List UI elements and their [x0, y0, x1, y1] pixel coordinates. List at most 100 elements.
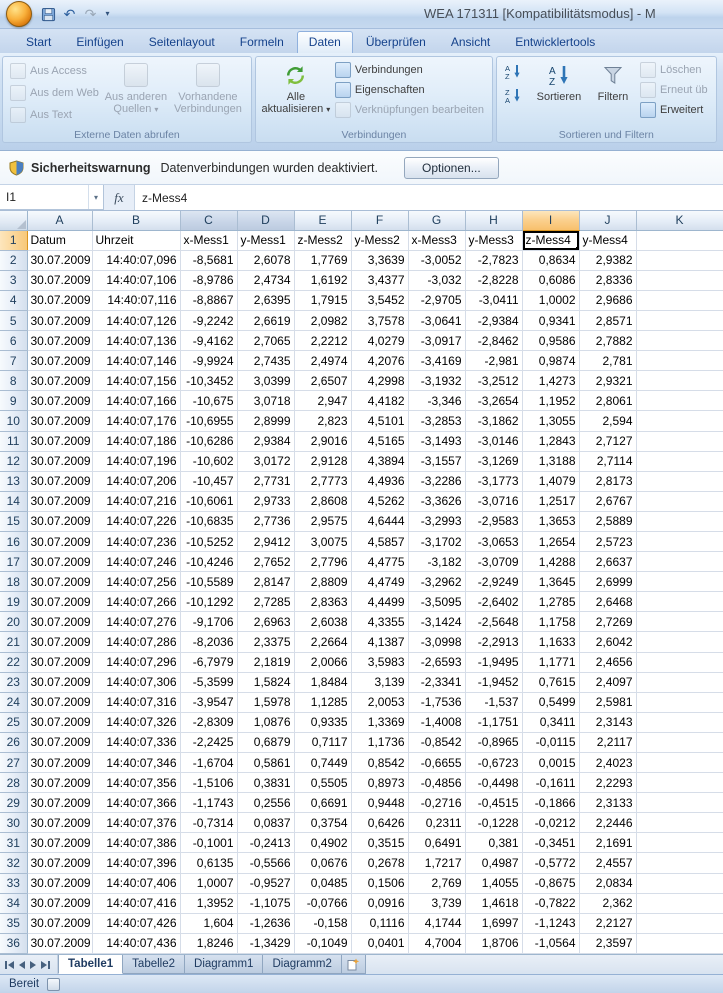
cell-H21[interactable]: -2,2913 — [465, 631, 523, 653]
cell-F16[interactable]: 4,5857 — [351, 531, 409, 553]
cell-F10[interactable]: 4,5101 — [351, 410, 409, 432]
cell-J28[interactable]: 2,2293 — [579, 772, 637, 794]
cell-J1[interactable]: y-Mess4 — [579, 230, 637, 251]
cell-C4[interactable]: -8,8867 — [180, 290, 238, 311]
cell-F7[interactable]: 4,2076 — [351, 350, 409, 372]
cell-K16[interactable] — [636, 531, 723, 553]
optionen-button[interactable]: Optionen... — [403, 156, 499, 179]
row-header-4[interactable]: 4 — [0, 290, 28, 311]
cell-F32[interactable]: 0,2678 — [351, 852, 409, 874]
cell-J14[interactable]: 2,6767 — [579, 491, 637, 512]
cell-D14[interactable]: 2,9733 — [237, 491, 295, 512]
cell-C16[interactable]: -10,5252 — [180, 531, 238, 553]
cell-J5[interactable]: 2,8571 — [579, 310, 637, 332]
cell-I30[interactable]: -0,0212 — [522, 812, 580, 834]
cell-B2[interactable]: 14:40:07,096 — [92, 250, 181, 271]
cell-D16[interactable]: 2,9412 — [237, 531, 295, 553]
cell-G18[interactable]: -3,2962 — [408, 571, 466, 593]
cell-K2[interactable] — [636, 250, 723, 271]
cell-H5[interactable]: -2,9384 — [465, 310, 523, 332]
cell-F27[interactable]: 0,8542 — [351, 752, 409, 774]
cell-F29[interactable]: 0,9448 — [351, 792, 409, 814]
cell-J2[interactable]: 2,9382 — [579, 250, 637, 271]
cell-K13[interactable] — [636, 471, 723, 492]
cell-J26[interactable]: 2,2117 — [579, 732, 637, 754]
cell-I7[interactable]: 0,9874 — [522, 350, 580, 372]
cell-D29[interactable]: 0,2556 — [237, 792, 295, 814]
cell-G30[interactable]: 0,2311 — [408, 812, 466, 834]
cell-B9[interactable]: 14:40:07,166 — [92, 390, 181, 412]
cell-H20[interactable]: -2,5648 — [465, 611, 523, 633]
row-header-28[interactable]: 28 — [0, 772, 28, 794]
undo-button[interactable]: ↶ — [60, 5, 79, 24]
row-header-27[interactable]: 27 — [0, 752, 28, 774]
row-header-9[interactable]: 9 — [0, 390, 28, 412]
row-header-15[interactable]: 15 — [0, 511, 28, 532]
cell-D9[interactable]: 3,0718 — [237, 390, 295, 412]
row-header-33[interactable]: 33 — [0, 873, 28, 894]
cell-G31[interactable]: 0,6491 — [408, 832, 466, 854]
cell-B5[interactable]: 14:40:07,126 — [92, 310, 181, 332]
cell-J23[interactable]: 2,4097 — [579, 672, 637, 693]
cell-F14[interactable]: 4,5262 — [351, 491, 409, 512]
cell-H3[interactable]: -2,8228 — [465, 270, 523, 291]
cell-B31[interactable]: 14:40:07,386 — [92, 832, 181, 854]
cell-K25[interactable] — [636, 712, 723, 733]
cell-G32[interactable]: 1,7217 — [408, 852, 466, 874]
column-header-C[interactable]: C — [180, 211, 238, 231]
row-header-13[interactable]: 13 — [0, 471, 28, 492]
cell-K29[interactable] — [636, 792, 723, 814]
insert-function-button[interactable]: fx — [104, 185, 135, 210]
cell-K30[interactable] — [636, 812, 723, 834]
sort-za-button[interactable]: Z A — [501, 84, 527, 106]
cell-K20[interactable] — [636, 611, 723, 633]
row-header-19[interactable]: 19 — [0, 591, 28, 613]
cell-K27[interactable] — [636, 752, 723, 774]
cell-C5[interactable]: -9,2242 — [180, 310, 238, 332]
sheet-tab-diagramm1[interactable]: Diagramm1 — [184, 955, 264, 974]
cell-A34[interactable]: 30.07.2009 — [27, 893, 93, 914]
cell-I4[interactable]: 1,0002 — [522, 290, 580, 311]
cell-A19[interactable]: 30.07.2009 — [27, 591, 93, 613]
tab-seitenlayout[interactable]: Seitenlayout — [137, 31, 227, 53]
cell-K15[interactable] — [636, 511, 723, 532]
cell-D32[interactable]: -0,5566 — [237, 852, 295, 874]
cell-F20[interactable]: 4,3355 — [351, 611, 409, 633]
cell-D35[interactable]: -1,2636 — [237, 913, 295, 934]
cell-C1[interactable]: x-Mess1 — [180, 230, 238, 251]
cell-C14[interactable]: -10,6061 — [180, 491, 238, 512]
cell-B11[interactable]: 14:40:07,186 — [92, 431, 181, 452]
cell-I2[interactable]: 0,8634 — [522, 250, 580, 271]
cell-I9[interactable]: 1,1952 — [522, 390, 580, 412]
cell-D19[interactable]: 2,7285 — [237, 591, 295, 613]
cell-G25[interactable]: -1,4008 — [408, 712, 466, 733]
cell-F36[interactable]: 0,0401 — [351, 933, 409, 954]
cell-H29[interactable]: -0,4515 — [465, 792, 523, 814]
cell-K18[interactable] — [636, 571, 723, 593]
cell-H14[interactable]: -3,0716 — [465, 491, 523, 512]
cell-I16[interactable]: 1,2654 — [522, 531, 580, 553]
cell-E6[interactable]: 2,2212 — [294, 330, 352, 352]
cell-F30[interactable]: 0,6426 — [351, 812, 409, 834]
cell-F25[interactable]: 1,3369 — [351, 712, 409, 733]
row-header-16[interactable]: 16 — [0, 531, 28, 553]
cell-J25[interactable]: 2,3143 — [579, 712, 637, 733]
cell-H31[interactable]: 0,381 — [465, 832, 523, 854]
cell-F31[interactable]: 0,3515 — [351, 832, 409, 854]
cell-E20[interactable]: 2,6038 — [294, 611, 352, 633]
row-header-29[interactable]: 29 — [0, 792, 28, 814]
cell-G28[interactable]: -0,4856 — [408, 772, 466, 794]
cell-C3[interactable]: -8,9786 — [180, 270, 238, 291]
cell-A28[interactable]: 30.07.2009 — [27, 772, 93, 794]
cell-D7[interactable]: 2,7435 — [237, 350, 295, 372]
cell-B4[interactable]: 14:40:07,116 — [92, 290, 181, 311]
cell-I28[interactable]: -0,1611 — [522, 772, 580, 794]
cell-G9[interactable]: -3,346 — [408, 390, 466, 412]
cell-B36[interactable]: 14:40:07,436 — [92, 933, 181, 954]
cell-H26[interactable]: -0,8965 — [465, 732, 523, 754]
cell-F2[interactable]: 3,3639 — [351, 250, 409, 271]
cell-K22[interactable] — [636, 652, 723, 673]
cell-A25[interactable]: 30.07.2009 — [27, 712, 93, 733]
cell-H33[interactable]: 1,4055 — [465, 873, 523, 894]
row-header-24[interactable]: 24 — [0, 692, 28, 713]
